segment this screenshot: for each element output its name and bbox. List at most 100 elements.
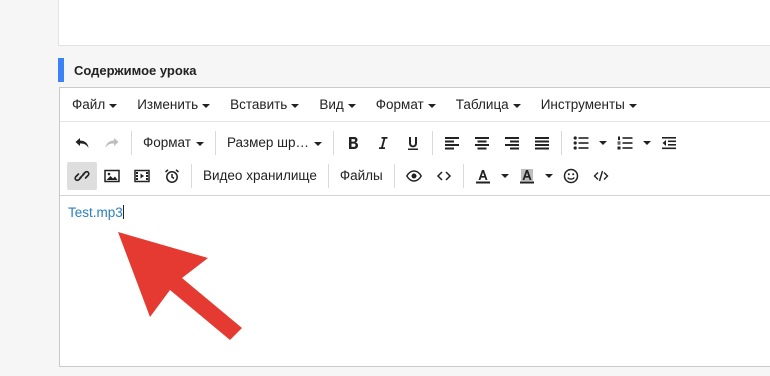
toolbar-separator: [560, 130, 562, 155]
media-icon: [134, 169, 150, 182]
content-link-text: Test.mp3: [68, 205, 123, 220]
menu-edit-label: Изменить: [137, 97, 199, 112]
align-left-button[interactable]: [437, 129, 467, 157]
code-sample-button[interactable]: [429, 162, 459, 190]
background-color-icon: [519, 168, 534, 183]
section-header: Содержимое урока: [58, 58, 197, 82]
font-size-dropdown-label: Размер шр…: [226, 135, 309, 150]
section-title: Содержимое урока: [74, 62, 197, 78]
chevron-down-icon: [313, 141, 322, 146]
format-dropdown-label: Формат: [143, 135, 191, 150]
text-color-options[interactable]: [498, 162, 512, 190]
underline-button[interactable]: [398, 129, 428, 157]
align-center-icon: [474, 136, 489, 149]
preview-button[interactable]: [399, 162, 429, 190]
link-icon: [74, 170, 90, 181]
toolbar-separator: [214, 130, 216, 155]
emoticon-icon: [563, 168, 578, 183]
source-code-icon: [593, 170, 609, 181]
chevron-down-icon: [347, 103, 356, 108]
bullet-list-button[interactable]: [566, 129, 596, 157]
files-button[interactable]: Файлы: [333, 162, 390, 190]
toolbar-separator: [191, 163, 192, 188]
content-link[interactable]: Test.mp3: [68, 205, 124, 220]
menu-table[interactable]: Таблица: [446, 88, 531, 121]
italic-icon: [378, 136, 388, 149]
bold-icon: [348, 136, 358, 149]
chevron-down-icon: [544, 173, 553, 178]
background-color-options[interactable]: [542, 162, 556, 190]
toolbar-separator: [327, 163, 329, 188]
bold-button[interactable]: [338, 129, 368, 157]
menu-insert[interactable]: Вставить: [220, 88, 309, 121]
text-cursor: [122, 205, 124, 219]
chevron-down-icon: [202, 103, 211, 108]
menu-format[interactable]: Формат: [366, 88, 446, 121]
redo-button[interactable]: [97, 129, 127, 157]
image-button[interactable]: [97, 162, 127, 190]
toolbar-separator: [131, 130, 132, 155]
align-center-button[interactable]: [467, 129, 497, 157]
underline-icon: [407, 136, 418, 150]
menu-file[interactable]: Файл: [62, 88, 127, 121]
align-justify-button[interactable]: [527, 129, 557, 157]
alarm-icon: [165, 168, 179, 183]
alarm-button[interactable]: [157, 162, 187, 190]
background-color-button[interactable]: [512, 162, 542, 190]
toolbar-separator: [431, 130, 433, 155]
text-color-icon: [475, 169, 490, 183]
outdent-button[interactable]: [654, 129, 684, 157]
italic-button[interactable]: [368, 129, 398, 157]
files-label: Файлы: [339, 168, 383, 183]
menu-view[interactable]: Вид: [309, 88, 365, 121]
undo-icon: [75, 137, 89, 148]
align-right-icon: [504, 136, 519, 149]
outdent-icon: [661, 136, 676, 149]
chevron-down-icon: [500, 173, 509, 178]
video-storage-label: Видео хранилище: [203, 168, 317, 183]
bullet-list-options[interactable]: [596, 129, 610, 157]
align-justify-icon: [534, 136, 549, 149]
menu-tools[interactable]: Инструменты: [531, 88, 647, 121]
toolbar-separator: [332, 130, 334, 155]
undo-button[interactable]: [67, 129, 97, 157]
numbered-list-button[interactable]: [610, 129, 640, 157]
top-panel: [58, 0, 770, 46]
section-accent-bar: [58, 58, 64, 82]
numbered-list-options[interactable]: [640, 129, 654, 157]
emoticons-button[interactable]: [556, 162, 586, 190]
link-button[interactable]: [67, 161, 97, 190]
align-left-icon: [444, 136, 459, 149]
chevron-down-icon: [291, 103, 300, 108]
source-code-button[interactable]: [586, 162, 616, 190]
menu-table-label: Таблица: [455, 97, 509, 112]
chevron-down-icon: [512, 103, 521, 108]
chevron-down-icon: [427, 103, 436, 108]
chevron-down-icon: [598, 140, 607, 145]
numbered-list-icon: [617, 136, 633, 149]
preview-icon: [405, 169, 422, 182]
menu-view-label: Вид: [319, 97, 344, 112]
code-icon: [436, 170, 451, 181]
text-color-button[interactable]: [468, 162, 498, 190]
align-right-button[interactable]: [497, 129, 527, 157]
bullet-list-icon: [573, 135, 589, 150]
menu-file-label: Файл: [72, 97, 106, 112]
menu-format-label: Формат: [375, 97, 424, 112]
media-button[interactable]: [127, 162, 157, 190]
font-size-dropdown[interactable]: Размер шр…: [220, 129, 329, 157]
menu-tools-label: Инструменты: [540, 97, 625, 112]
toolbar-separator: [393, 163, 395, 188]
menu-insert-label: Вставить: [230, 97, 288, 112]
annotation-arrow-icon: [118, 232, 242, 340]
menu-edit[interactable]: Изменить: [127, 88, 220, 121]
video-storage-button[interactable]: Видео хранилище: [196, 162, 324, 190]
chevron-down-icon: [628, 103, 637, 108]
chevron-down-icon: [109, 103, 118, 108]
chevron-down-icon: [642, 140, 651, 145]
toolbar-row-2: Видео хранилище Файлы: [60, 159, 770, 192]
format-dropdown[interactable]: Формат: [136, 129, 211, 157]
image-icon: [104, 169, 120, 182]
toolbar-row-1: Формат Размер шр…: [60, 126, 770, 159]
toolbar-separator: [462, 163, 464, 188]
